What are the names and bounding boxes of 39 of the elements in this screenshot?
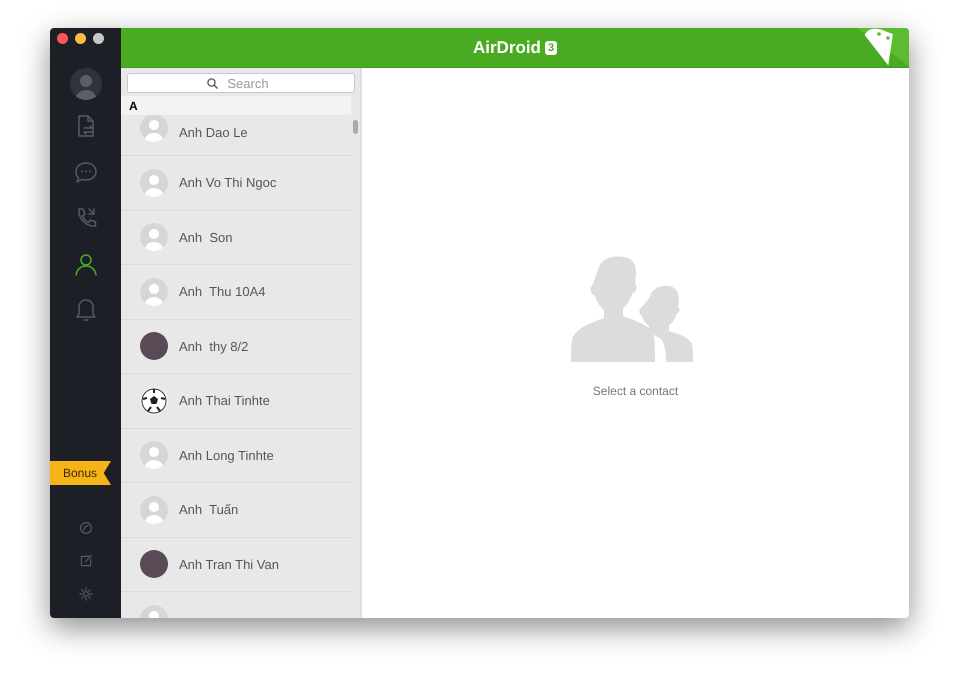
contact-row[interactable]: Anh Vo Thi Ngoc: [121, 156, 351, 210]
contact-row[interactable]: Anh Tran Thi Van: [121, 538, 351, 592]
contact-name: Anh Tran Thi Van: [179, 556, 279, 574]
avatar-silhouette: [140, 496, 168, 524]
section-header: A: [121, 96, 351, 115]
contact-row[interactable]: Anh Dao Le: [121, 115, 351, 156]
avatar-silhouette: [140, 114, 168, 142]
contact-name: Anh Thai Tinhte: [179, 392, 270, 410]
contact-row[interactable]: Anh Son: [121, 210, 351, 265]
empty-state-text: Select a contact: [592, 383, 678, 400]
contact-name: Anh Tuấn: [179, 501, 238, 519]
contact-name: Anh Thu 10A4: [179, 283, 266, 301]
avatar-silhouette: [140, 441, 168, 470]
search-icon: [207, 78, 218, 89]
avatar-silhouette: [140, 168, 168, 197]
contact-name: Anh Dao Le: [179, 124, 248, 142]
avatar-silhouette: [140, 223, 168, 252]
profile-avatar[interactable]: [70, 68, 102, 100]
contact-row[interactable]: Anh Tuấn: [121, 483, 351, 538]
zoom-button[interactable]: [93, 33, 104, 44]
contact-row[interactable]: Anh Thu 10A4: [121, 265, 351, 320]
soccer-ball-avatar: [140, 386, 168, 415]
app-title: AirDroid: [472, 36, 541, 59]
version-badge: 3: [544, 40, 558, 54]
photo-placeholder: [140, 550, 168, 578]
bonus-ribbon[interactable]: Bonus: [50, 461, 112, 485]
contact-row[interactable]: Anh Thai Tinhte: [121, 374, 351, 428]
contact-name: Anh Vo Thi Ngoc: [179, 174, 276, 192]
minimize-button[interactable]: [75, 33, 86, 44]
contact-name: Anh Long Tinhte: [179, 446, 274, 465]
search-field[interactable]: Search: [127, 73, 355, 93]
contact-row[interactable]: Anh Long Tinhte: [121, 428, 351, 483]
close-button[interactable]: [57, 33, 68, 44]
contact-row[interactable]: Anh thy 8/2: [121, 320, 351, 374]
avatar-silhouette: [140, 278, 168, 306]
contact-name: Anh thy 8/2: [179, 338, 248, 356]
scrollbar-thumb[interactable]: [353, 120, 358, 134]
photo-placeholder: [140, 332, 168, 360]
contact-name: Anh Son: [179, 228, 232, 246]
